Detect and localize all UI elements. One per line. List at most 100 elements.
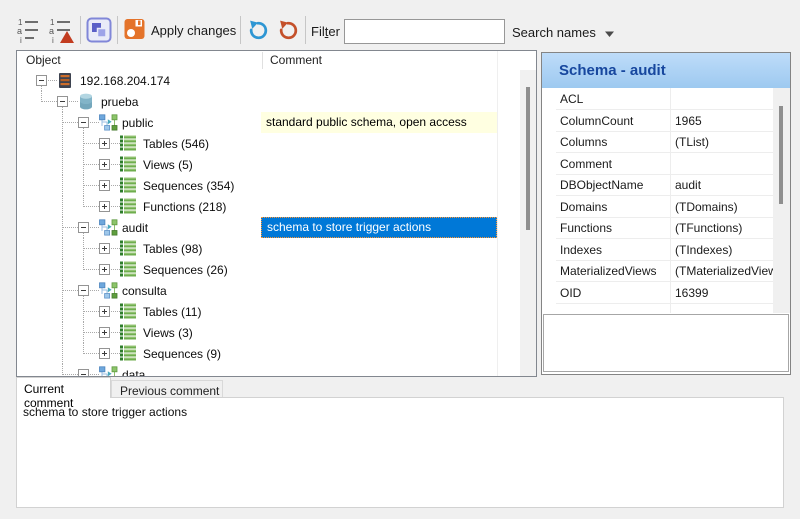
tree-guide-line	[83, 332, 99, 333]
tree-row-prueba[interactable]: prueba	[17, 91, 520, 112]
tree-row-functions-218[interactable]: Functions (218)	[17, 196, 520, 217]
tree-label: Tables (546)	[143, 137, 209, 151]
tree-row-views-3[interactable]: Views (3)	[17, 322, 520, 343]
expand-icon[interactable]	[99, 264, 110, 275]
property-name: Functions	[560, 221, 612, 235]
collapse-icon[interactable]	[78, 285, 89, 296]
column-divider[interactable]	[262, 52, 263, 69]
tree-row-audit[interactable]: auditschema to store trigger actions	[17, 217, 520, 238]
expand-icon[interactable]	[99, 201, 110, 212]
tree-row-192-168-204-174[interactable]: 192.168.204.174	[17, 70, 520, 91]
tree-guide-line	[41, 101, 57, 102]
tree-guide-line	[83, 206, 99, 207]
expand-icon[interactable]	[99, 327, 110, 338]
column-header-object[interactable]: Object	[26, 53, 61, 67]
svg-text:i: i	[20, 36, 22, 44]
toolbar-separator	[305, 16, 306, 44]
list-icon	[120, 261, 141, 279]
tree-row-sequences-26[interactable]: Sequences (26)	[17, 259, 520, 280]
sort-descending-icon: 1ai	[48, 17, 75, 47]
tree-body: 192.168.204.174pruebapublicstandard publ…	[17, 70, 520, 376]
tree-label: data	[122, 368, 145, 376]
collapse-icon[interactable]	[78, 222, 89, 233]
property-row-columncount[interactable]: ColumnCount1965	[556, 110, 773, 132]
undo-icon	[247, 19, 270, 45]
tree-guide-line	[62, 322, 63, 343]
property-row-dbobjectname[interactable]: DBObjectNameaudit	[556, 174, 773, 196]
tree-guide-line	[62, 238, 63, 259]
comment-editor[interactable]: schema to store trigger actions	[16, 397, 784, 508]
tree-guide-line	[111, 248, 120, 249]
tree-guide-line	[83, 311, 99, 312]
collapse-icon[interactable]	[57, 96, 68, 107]
property-row-materializedviews[interactable]: MaterializedViews(TMaterializedViews)	[556, 260, 773, 282]
property-value: (TIndexes)	[675, 243, 773, 257]
expand-icon[interactable]	[99, 306, 110, 317]
copy-image-button[interactable]	[86, 17, 112, 46]
property-row-comment[interactable]: Comment	[556, 153, 773, 175]
sort-ascending-button[interactable]: 1ai	[16, 17, 43, 47]
search-names-label: Search names	[512, 25, 596, 40]
inspector-scrollbar[interactable]	[773, 88, 790, 313]
collapse-icon[interactable]	[36, 75, 47, 86]
apply-changes-button[interactable]: Apply changes	[124, 15, 236, 45]
property-row-columns[interactable]: Columns(TList)	[556, 131, 773, 153]
expand-icon[interactable]	[99, 180, 110, 191]
comment-cell[interactable]: standard public schema, open access	[261, 112, 497, 133]
property-name: ColumnCount	[560, 114, 633, 128]
undo-button[interactable]	[247, 19, 270, 45]
expand-icon[interactable]	[99, 243, 110, 254]
tree-row-sequences-9[interactable]: Sequences (9)	[17, 343, 520, 364]
tree-label: Tables (11)	[143, 305, 201, 319]
tab-previous-comment[interactable]: Previous comment	[111, 380, 223, 398]
expand-icon[interactable]	[99, 138, 110, 149]
property-row-acl[interactable]: ACL	[556, 88, 773, 110]
search-names-dropdown[interactable]: Search names	[512, 22, 614, 42]
column-header-comment[interactable]: Comment	[270, 53, 322, 67]
tree-row-tables-546[interactable]: Tables (546)	[17, 133, 520, 154]
tree-row-views-5[interactable]: Views (5)	[17, 154, 520, 175]
list-icon	[120, 177, 141, 195]
schema-icon	[99, 366, 120, 376]
comment-cell[interactable]: schema to store trigger actions	[261, 217, 497, 238]
tree-scrollbar[interactable]	[520, 70, 536, 376]
list-icon	[120, 198, 141, 216]
redo-button[interactable]	[277, 19, 300, 45]
tree-scrollbar-thumb[interactable]	[526, 87, 530, 230]
tree-label: Tables (98)	[143, 242, 202, 256]
toolbar-separator	[80, 16, 81, 44]
save-icon	[124, 18, 145, 43]
tree-row-tables-11[interactable]: Tables (11)	[17, 301, 520, 322]
tree-guide-line	[62, 301, 63, 322]
tree-row-consulta[interactable]: consulta	[17, 280, 520, 301]
sort-descending-button[interactable]: 1ai	[48, 17, 75, 47]
svg-text:a: a	[17, 26, 22, 36]
inspector-scrollbar-thumb[interactable]	[779, 106, 783, 204]
tab-current-comment[interactable]: Current comment	[16, 377, 111, 398]
tree-row-data[interactable]: data	[17, 364, 520, 376]
tree-guide-line	[111, 206, 120, 207]
filter-input[interactable]	[344, 19, 505, 44]
tree-row-sequences-354[interactable]: Sequences (354)	[17, 175, 520, 196]
tree-guide-line	[83, 248, 99, 249]
tree-row-public[interactable]: publicstandard public schema, open acces…	[17, 112, 520, 133]
collapse-icon[interactable]	[78, 369, 89, 376]
tree-row-tables-98[interactable]: Tables (98)	[17, 238, 520, 259]
property-row-indexes[interactable]: Indexes(TIndexes)	[556, 239, 773, 261]
tree-guide-line	[62, 343, 63, 364]
schema-icon	[99, 282, 120, 300]
tree-label: Views (5)	[143, 158, 193, 172]
redo-icon	[277, 19, 300, 45]
property-row-domains[interactable]: Domains(TDomains)	[556, 196, 773, 218]
tree-guide-line	[62, 227, 78, 228]
expand-icon[interactable]	[99, 159, 110, 170]
inspector-title: Schema - audit	[542, 53, 790, 88]
svg-text:a: a	[49, 26, 54, 36]
collapse-icon[interactable]	[78, 117, 89, 128]
list-icon	[120, 345, 141, 363]
property-row-oid[interactable]: OID16399	[556, 282, 773, 304]
tree-guide-line	[83, 185, 99, 186]
expand-icon[interactable]	[99, 348, 110, 359]
property-row-functions[interactable]: Functions(TFunctions)	[556, 217, 773, 239]
property-value: (TList)	[675, 135, 773, 149]
